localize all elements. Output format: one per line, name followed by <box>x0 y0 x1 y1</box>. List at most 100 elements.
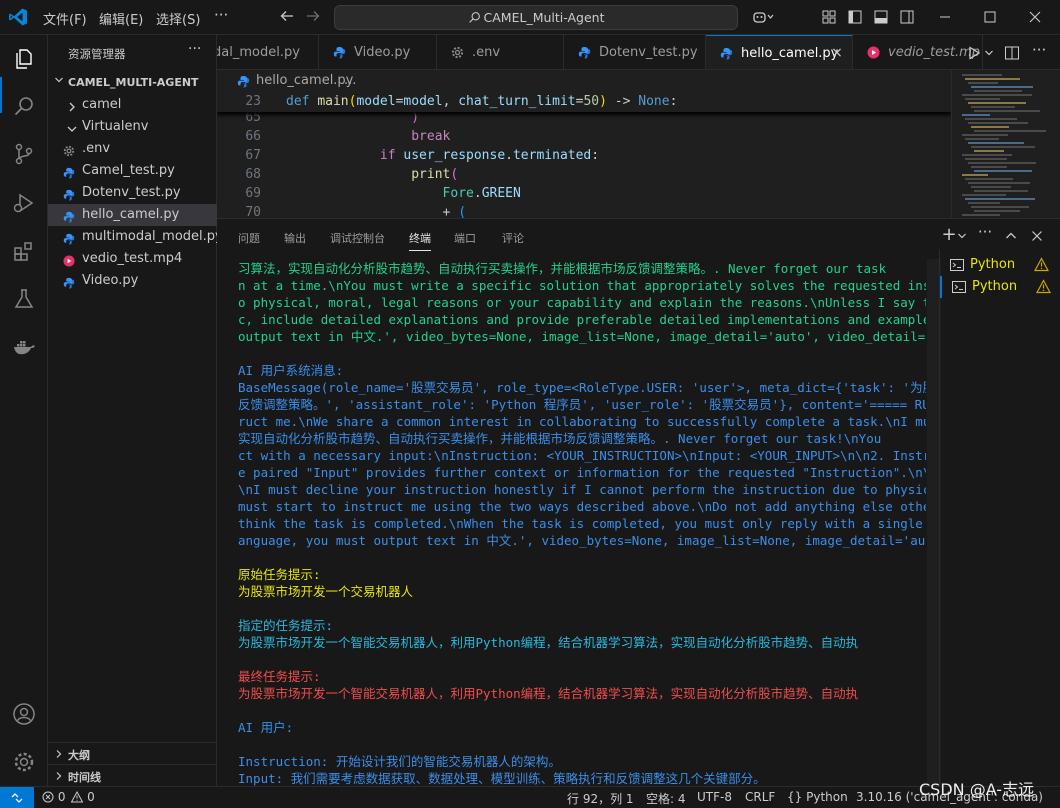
panel-tab[interactable]: 终端 <box>409 230 431 251</box>
minimap-line <box>974 210 1020 212</box>
code-line[interactable]: 67 if user_response.terminated: <box>217 146 951 165</box>
editor-tab[interactable]: .env <box>437 35 564 69</box>
tree-item[interactable]: Virtualenv <box>48 116 217 138</box>
code-line[interactable]: 66 break <box>217 127 951 146</box>
tree-item[interactable]: hello_camel.py <box>48 204 217 226</box>
back-arrow-icon[interactable] <box>279 8 297 26</box>
source-control-icon[interactable] <box>12 142 36 166</box>
sticky-scroll-line[interactable]: 23 def main(model=model, chat_turn_limit=… <box>217 92 951 112</box>
tree-item[interactable]: .env <box>48 138 217 160</box>
menu-selection[interactable]: 选择(S) <box>156 9 200 28</box>
terminal-list-item[interactable]: Python <box>940 276 1060 298</box>
chevron-down-icon <box>55 77 63 83</box>
cursor-position[interactable]: 行 92，列 1 <box>567 790 634 807</box>
remote-indicator[interactable] <box>0 787 34 808</box>
close-panel-icon[interactable] <box>1029 228 1045 244</box>
close-window-icon[interactable] <box>1027 9 1043 25</box>
breadcrumb-file[interactable]: hello_camel.py <box>256 73 353 88</box>
editor-tab-label: Video.py <box>354 45 411 60</box>
panel-tab[interactable]: 输出 <box>284 230 306 246</box>
forward-arrow-icon[interactable] <box>305 8 323 26</box>
warning-icon <box>1034 257 1049 272</box>
python-file-icon <box>237 76 250 88</box>
timeline-section[interactable]: 时间线 <box>48 764 217 786</box>
explorer-icon[interactable] <box>12 47 36 71</box>
new-terminal-button[interactable]: + <box>941 226 957 244</box>
code-line[interactable]: 69 Fore.GREEN <box>217 184 951 203</box>
terminal-line: 指定的任务提示: <box>238 618 334 633</box>
docker-icon[interactable] <box>12 335 36 359</box>
code-editor[interactable]: 23 def main(model=model, chat_turn_limit=… <box>217 92 951 218</box>
minimap-line <box>965 138 999 140</box>
search-view-icon[interactable] <box>12 94 36 118</box>
tree-item[interactable]: vedio_test.mp4 <box>48 248 217 270</box>
minimap-line <box>962 134 1008 136</box>
media-file-icon <box>63 253 75 267</box>
terminal-line: Input: 我们需要考虑数据获取、数据处理、模型训练、策略执行和反馈调整这几个… <box>238 771 766 786</box>
terminal-line: 为股票市场开发一个智能交易机器人，利用Python编程，结合机器学习算法，实现自… <box>238 635 859 650</box>
minimap-line <box>971 86 1033 88</box>
maximize-panel-chevron-up-icon[interactable] <box>1003 228 1019 244</box>
run-options-chevron-icon[interactable] <box>984 45 994 61</box>
panel-tab[interactable]: 端口 <box>454 230 476 246</box>
editor-tab[interactable]: Video.py <box>319 35 437 69</box>
toggle-primary-sidebar-icon[interactable] <box>848 10 862 24</box>
split-editor-icon[interactable] <box>1004 45 1020 61</box>
outline-section[interactable]: 大纲 <box>48 742 217 764</box>
python-file-icon <box>63 209 75 223</box>
terminal-profile-chevron-icon[interactable] <box>957 228 967 244</box>
encoding[interactable]: UTF-8 <box>697 790 732 804</box>
indentation[interactable]: 空格: 4 <box>646 790 686 807</box>
terminal-output[interactable]: 习算法，实现自动化分析股市趋势、自动执行买卖操作，并能根据市场反馈调整策略。. … <box>238 259 926 787</box>
menu-more[interactable]: ··· <box>214 6 228 24</box>
language-mode[interactable]: {} Python <box>787 790 848 804</box>
error-icon <box>42 791 54 803</box>
sidebar-more-button[interactable]: ··· <box>188 41 201 57</box>
code-text: Fore.GREEN <box>286 184 521 203</box>
run-python-file-icon[interactable] <box>966 45 982 61</box>
minimize-icon[interactable] <box>937 9 953 25</box>
editor-tab[interactable]: dal_model.py <box>217 35 319 69</box>
extensions-icon[interactable] <box>12 239 36 263</box>
run-debug-icon[interactable] <box>12 191 36 215</box>
tree-item[interactable]: Dotenv_test.py <box>48 182 217 204</box>
end-of-line[interactable]: CRLF <box>745 790 775 804</box>
editor-tab[interactable]: hello_camel.py × <box>706 35 853 69</box>
testing-flask-icon[interactable] <box>12 287 36 311</box>
panel-tab[interactable]: 评论 <box>502 230 524 246</box>
tree-item[interactable]: Camel_test.py <box>48 160 217 182</box>
editor-more-actions[interactable]: ··· <box>1032 41 1048 59</box>
code-line[interactable]: 70 + ( <box>217 203 951 218</box>
editor-tab[interactable]: Dotenv_test.py <box>564 35 706 69</box>
customize-layout-icon[interactable] <box>822 10 836 24</box>
tree-item[interactable]: multimodal_model.py <box>48 226 223 248</box>
problems-indicator[interactable]: 0 0 <box>42 790 95 804</box>
menu-edit[interactable]: 编辑(E) <box>99 9 143 28</box>
terminal-line: AI 用户: <box>238 720 294 735</box>
account-icon[interactable] <box>12 702 36 726</box>
minimap[interactable] <box>951 70 1060 218</box>
braces-icon: {} <box>787 790 803 804</box>
workspace-root-folder[interactable]: CAMEL_MULTI-AGENT <box>48 72 217 94</box>
code-text: if user_response.terminated: <box>286 146 599 165</box>
command-center-search[interactable]: CAMEL_Multi-Agent <box>334 5 738 30</box>
terminal-list-item[interactable]: Python <box>940 254 1060 276</box>
copilot-icon[interactable] <box>752 10 774 24</box>
menu-file[interactable]: 文件(F) <box>43 9 87 28</box>
close-tab-icon[interactable]: × <box>829 45 845 61</box>
terminal-line: c, include detailed explanations and pro… <box>238 312 926 327</box>
tree-item[interactable]: camel <box>48 94 217 116</box>
line-number: 66 <box>245 129 261 144</box>
toggle-secondary-sidebar-icon[interactable] <box>900 10 914 24</box>
tree-item[interactable]: Video.py <box>48 270 217 292</box>
breadcrumb-symbol[interactable]: ... <box>344 73 356 88</box>
maximize-icon[interactable] <box>982 9 998 25</box>
panel-tab[interactable]: 问题 <box>238 230 260 246</box>
panel-more-actions[interactable]: ··· <box>977 224 993 240</box>
settings-gear-icon[interactable] <box>12 750 36 774</box>
tree-item-label: Camel_test.py <box>82 163 175 178</box>
editor-tab[interactable]: vedio_test.mp <box>853 35 983 69</box>
code-line[interactable]: 68 print( <box>217 165 951 184</box>
toggle-panel-icon[interactable] <box>874 10 888 24</box>
panel-tab[interactable]: 调试控制台 <box>330 230 385 246</box>
